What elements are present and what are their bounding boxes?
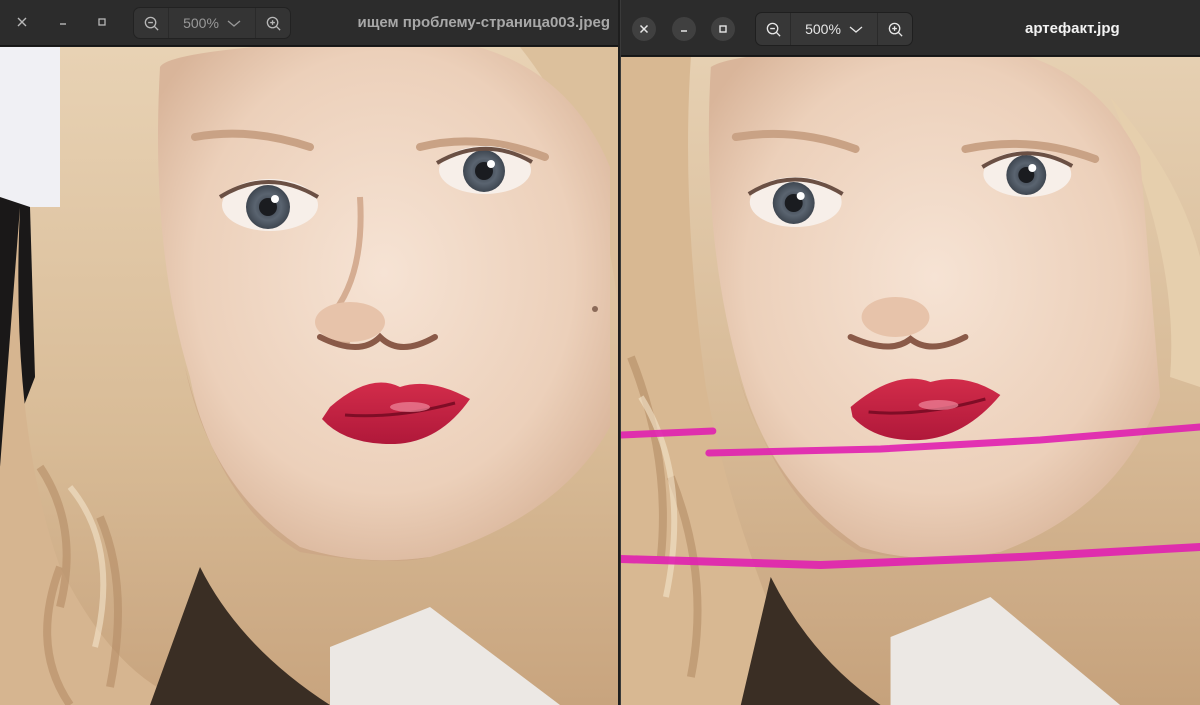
- zoom-out-button[interactable]: [134, 8, 168, 38]
- maximize-icon: [98, 18, 106, 26]
- image-viewer-window-right: 500% артефакт.jpg: [620, 0, 1200, 705]
- zoom-out-button[interactable]: [756, 13, 790, 45]
- zoom-in-icon: [888, 22, 903, 37]
- maximize-button[interactable]: [711, 17, 735, 41]
- minimize-button[interactable]: [672, 17, 696, 41]
- chevron-down-icon: [227, 19, 241, 28]
- close-button[interactable]: [10, 10, 34, 34]
- zoom-level-value: 500%: [805, 21, 841, 37]
- image-canvas[interactable]: [0, 47, 618, 705]
- zoom-out-icon: [766, 22, 781, 37]
- headerbar: 500% ищем проблему-страница003.jpeg: [0, 0, 618, 46]
- zoom-level-value: 500%: [183, 15, 219, 31]
- zoom-in-icon: [266, 16, 281, 31]
- window-title: ищем проблему-страница003.jpeg: [357, 14, 610, 31]
- image-canvas[interactable]: [621, 57, 1200, 705]
- chevron-down-icon: [849, 25, 863, 34]
- zoom-level-dropdown[interactable]: 500%: [790, 13, 878, 45]
- zoom-out-icon: [144, 16, 159, 31]
- headerbar: 500% артефакт.jpg: [621, 0, 1200, 56]
- zoom-level-dropdown[interactable]: 500%: [168, 8, 256, 38]
- close-button[interactable]: [632, 17, 656, 41]
- image-viewer-window-left: 500% ищем проблему-страница003.jpeg: [0, 0, 618, 705]
- window-title: артефакт.jpg: [1025, 20, 1120, 37]
- portrait-image: [621, 57, 1200, 705]
- minimize-icon: [60, 23, 66, 25]
- close-icon: [639, 24, 649, 34]
- zoom-control: 500%: [755, 12, 913, 46]
- zoom-in-button[interactable]: [878, 13, 912, 45]
- close-icon: [17, 17, 27, 27]
- maximize-button[interactable]: [90, 10, 114, 34]
- maximize-icon: [719, 25, 727, 33]
- minimize-button[interactable]: [51, 10, 75, 34]
- zoom-control: 500%: [133, 7, 291, 39]
- minimize-icon: [681, 30, 687, 32]
- portrait-image: [0, 47, 618, 705]
- zoom-in-button[interactable]: [256, 8, 290, 38]
